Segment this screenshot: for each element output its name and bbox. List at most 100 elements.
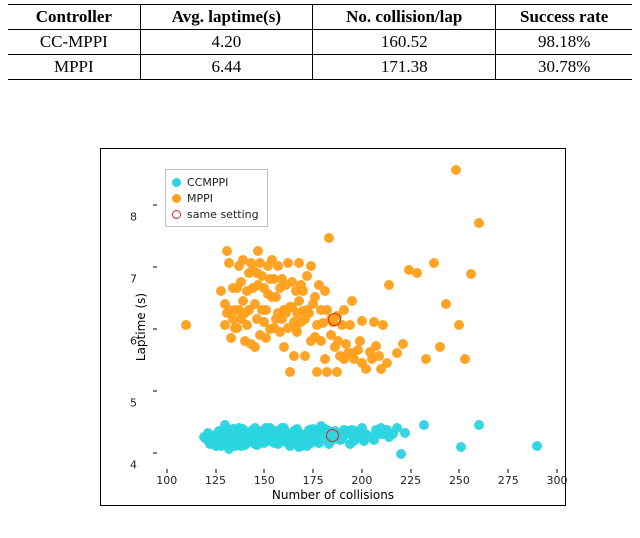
cell-controller: CC-MPPI [8,30,140,55]
y-axis-label: Laptime (s) [134,293,148,361]
col-success-rate: Success rate [496,5,632,30]
table-header-row: Controller Avg. laptime(s) No. collision… [8,5,632,30]
data-point-mppi [353,345,363,355]
col-collisions: No. collision/lap [313,5,496,30]
col-avg-laptime: Avg. laptime(s) [140,5,312,30]
legend-swatch-ccmppi [172,178,181,187]
data-point-mppi [224,258,234,268]
data-point-mppi [324,233,334,243]
x-tick-label: 275 [498,474,519,487]
data-point-mppi [429,258,439,268]
cell-success-rate: 98.18% [496,30,632,55]
data-point-mppi [181,320,191,330]
data-point-mppi [294,258,304,268]
data-point-mppi [435,342,445,352]
scatter-chart: Laptime (s) Number of collisions CCMPPI … [100,148,566,506]
data-point-mppi [261,305,271,315]
x-tick-label: 250 [449,474,470,487]
data-point-mppi [306,261,316,271]
data-point-mppi [454,320,464,330]
x-tick-label: 200 [351,474,372,487]
x-tick-label: 225 [400,474,421,487]
data-point-mppi [294,296,304,306]
legend-label-mppi: MPPI [187,192,213,205]
data-point-mppi [392,348,402,358]
data-point-mppi [357,316,367,326]
chart-legend: CCMPPI MPPI same setting [165,169,268,227]
legend-swatch-same [172,210,181,219]
data-point-mppi [222,246,232,256]
data-point-mppi [292,327,302,337]
data-point-mppi [320,354,330,364]
y-tick-label: 6 [130,335,137,348]
data-point-mppi [232,323,242,333]
data-point-mppi [421,354,431,364]
data-point-mppi [466,269,476,279]
data-point-mppi [216,286,226,296]
cell-controller: MPPI [8,55,140,80]
data-point-mppi [339,305,349,315]
col-controller: Controller [8,5,140,30]
cell-collisions: 171.38 [313,55,496,80]
data-point-mppi [322,367,332,377]
y-tick-label: 4 [130,459,137,472]
legend-row-ccmppi: CCMPPI [172,174,259,190]
data-point-mppi [285,367,295,377]
data-point-mppi [384,280,394,290]
data-point-mppi [226,333,236,343]
data-point-ccmppi [419,420,429,430]
legend-row-mppi: MPPI [172,190,259,206]
data-point-mppi [279,342,289,352]
x-tick-label: 125 [205,474,226,487]
data-point-ccmppi [474,420,484,430]
data-point-mppi [302,271,312,281]
legend-swatch-mppi [172,194,181,203]
data-point-mppi [261,333,271,343]
data-point-mppi [398,339,408,349]
data-point-mppi [441,299,451,309]
same-setting-marker [328,313,341,326]
data-point-mppi [345,320,355,330]
table-row: MPPI 6.44 171.38 30.78% [8,55,632,80]
data-point-mppi [316,336,326,346]
data-point-mppi [271,292,281,302]
y-tick-label: 7 [130,273,137,286]
data-point-mppi [460,354,470,364]
data-point-mppi [304,308,314,318]
x-axis-label: Number of collisions [101,488,565,502]
data-point-mppi [283,258,293,268]
same-setting-marker [326,429,339,442]
cell-success-rate: 30.78% [496,55,632,80]
data-point-ccmppi [456,442,466,452]
y-tick-label: 5 [130,397,137,410]
data-point-mppi [355,336,365,346]
data-point-ccmppi [396,449,406,459]
data-point-ccmppi [400,428,410,438]
legend-label-same: same setting [187,208,259,221]
data-point-mppi [378,320,388,330]
data-point-mppi [310,292,320,302]
x-tick-label: 175 [303,474,324,487]
cell-avg-laptime: 6.44 [140,55,312,80]
data-point-mppi [242,320,252,330]
x-tick-label: 150 [254,474,275,487]
data-point-mppi [320,286,330,296]
results-table: Controller Avg. laptime(s) No. collision… [8,4,632,80]
data-point-mppi [300,351,310,361]
data-point-mppi [474,218,484,228]
data-point-mppi [289,351,299,361]
data-point-ccmppi [532,441,542,451]
data-point-mppi [273,261,283,271]
data-point-mppi [332,367,342,377]
data-point-mppi [347,296,357,306]
data-point-mppi [250,342,260,352]
cell-collisions: 160.52 [313,30,496,55]
data-point-mppi [382,358,392,368]
cell-avg-laptime: 4.20 [140,30,312,55]
legend-row-same: same setting [172,206,259,222]
x-tick-label: 300 [547,474,568,487]
data-point-mppi [312,367,322,377]
data-point-mppi [369,317,379,327]
y-tick-label: 8 [130,211,137,224]
data-point-mppi [451,165,461,175]
